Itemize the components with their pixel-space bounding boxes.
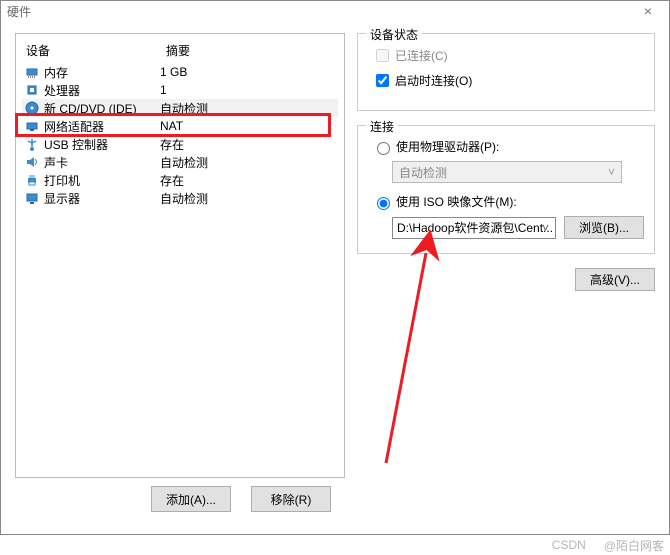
poweron-checkbox-row[interactable]: 启动时连接(O) (372, 71, 644, 90)
watermark-right: @陌白网客 (604, 537, 664, 554)
device-row[interactable]: 声卡自动检测 (22, 153, 338, 171)
physical-drive-dropdown: 自动检测 (392, 161, 622, 183)
physical-drive-value: 自动检测 (399, 164, 447, 181)
device-value: NAT (160, 119, 336, 133)
connected-checkbox-row[interactable]: 已连接(C) (372, 46, 644, 65)
device-value: 存在 (160, 172, 336, 189)
use-physical-row[interactable]: 使用物理驱动器(P): (372, 138, 644, 155)
window-title: 硬件 (7, 3, 633, 20)
device-row[interactable]: 处理器1 (22, 81, 338, 99)
advanced-row: 高级(V)... (357, 268, 655, 291)
device-value: 自动检测 (160, 190, 336, 207)
device-name: 打印机 (44, 172, 160, 189)
connection-legend: 连接 (366, 118, 398, 135)
device-row[interactable]: 打印机存在 (22, 171, 338, 189)
device-row[interactable]: 显示器自动检测 (22, 189, 338, 207)
close-icon[interactable]: × (633, 3, 663, 19)
use-iso-radio[interactable] (377, 197, 390, 210)
net-icon (24, 118, 40, 134)
device-name: 网络适配器 (44, 118, 160, 135)
left-buttons: 添加(A)... 移除(R) (15, 486, 345, 512)
iso-row: D:\Hadoop软件资源包\Cent... 浏览(B)... (392, 216, 644, 239)
device-value: 1 GB (160, 65, 336, 79)
display-icon (24, 190, 40, 206)
device-list-header: 设备 摘要 (16, 34, 344, 63)
device-rows: 内存1 GB处理器1新 CD/DVD (IDE)自动检测网络适配器NATUSB … (16, 63, 344, 207)
use-physical-label: 使用物理驱动器(P): (396, 138, 499, 155)
device-name: 声卡 (44, 154, 160, 171)
memory-icon (24, 64, 40, 80)
device-list-panel: 设备 摘要 内存1 GB处理器1新 CD/DVD (IDE)自动检测网络适配器N… (15, 33, 345, 478)
header-device: 设备 (26, 42, 166, 59)
remove-button[interactable]: 移除(R) (251, 486, 331, 512)
printer-icon (24, 172, 40, 188)
add-button[interactable]: 添加(A)... (151, 486, 231, 512)
device-row[interactable]: 新 CD/DVD (IDE)自动检测 (22, 99, 338, 117)
poweron-checkbox[interactable] (376, 74, 389, 87)
device-status-legend: 设备状态 (366, 26, 422, 43)
header-summary: 摘要 (166, 42, 334, 59)
device-name: 新 CD/DVD (IDE) (44, 100, 160, 117)
titlebar: 硬件 × (1, 1, 669, 21)
watermark-left: CSDN (552, 538, 586, 552)
device-name: 处理器 (44, 82, 160, 99)
cpu-icon (24, 82, 40, 98)
device-row[interactable]: 网络适配器NAT (22, 117, 338, 135)
device-value: 自动检测 (160, 100, 336, 117)
iso-path-dropdown[interactable]: D:\Hadoop软件资源包\Cent... (392, 217, 556, 239)
device-row[interactable]: 内存1 GB (22, 63, 338, 81)
right-panel: 设备状态 已连接(C) 启动时连接(O) 连接 使用物理驱动器(P): 自动检测 (357, 33, 655, 512)
device-value: 存在 (160, 136, 336, 153)
device-value: 自动检测 (160, 154, 336, 171)
connection-group: 连接 使用物理驱动器(P): 自动检测 使用 ISO 映像文件(M): D:\H… (357, 125, 655, 254)
use-physical-radio[interactable] (377, 142, 390, 155)
connected-label: 已连接(C) (395, 47, 448, 64)
device-status-group: 设备状态 已连接(C) 启动时连接(O) (357, 33, 655, 111)
usb-icon (24, 136, 40, 152)
poweron-label: 启动时连接(O) (395, 72, 472, 89)
cd-icon (24, 100, 40, 116)
device-row[interactable]: USB 控制器存在 (22, 135, 338, 153)
hardware-dialog: 硬件 × 设备 摘要 内存1 GB处理器1新 CD/DVD (IDE)自动检测网… (0, 0, 670, 535)
device-name: 内存 (44, 64, 160, 81)
advanced-button[interactable]: 高级(V)... (575, 268, 655, 291)
use-iso-row[interactable]: 使用 ISO 映像文件(M): (372, 193, 644, 210)
connected-checkbox (376, 49, 389, 62)
audio-icon (24, 154, 40, 170)
iso-path-value: D:\Hadoop软件资源包\Cent... (397, 219, 553, 236)
browse-button[interactable]: 浏览(B)... (564, 216, 644, 239)
device-name: 显示器 (44, 190, 160, 207)
device-value: 1 (160, 83, 336, 97)
use-iso-label: 使用 ISO 映像文件(M): (396, 193, 517, 210)
device-name: USB 控制器 (44, 136, 160, 153)
watermark: CSDN @陌白网客 (546, 535, 670, 555)
content-area: 设备 摘要 内存1 GB处理器1新 CD/DVD (IDE)自动检测网络适配器N… (1, 23, 669, 534)
